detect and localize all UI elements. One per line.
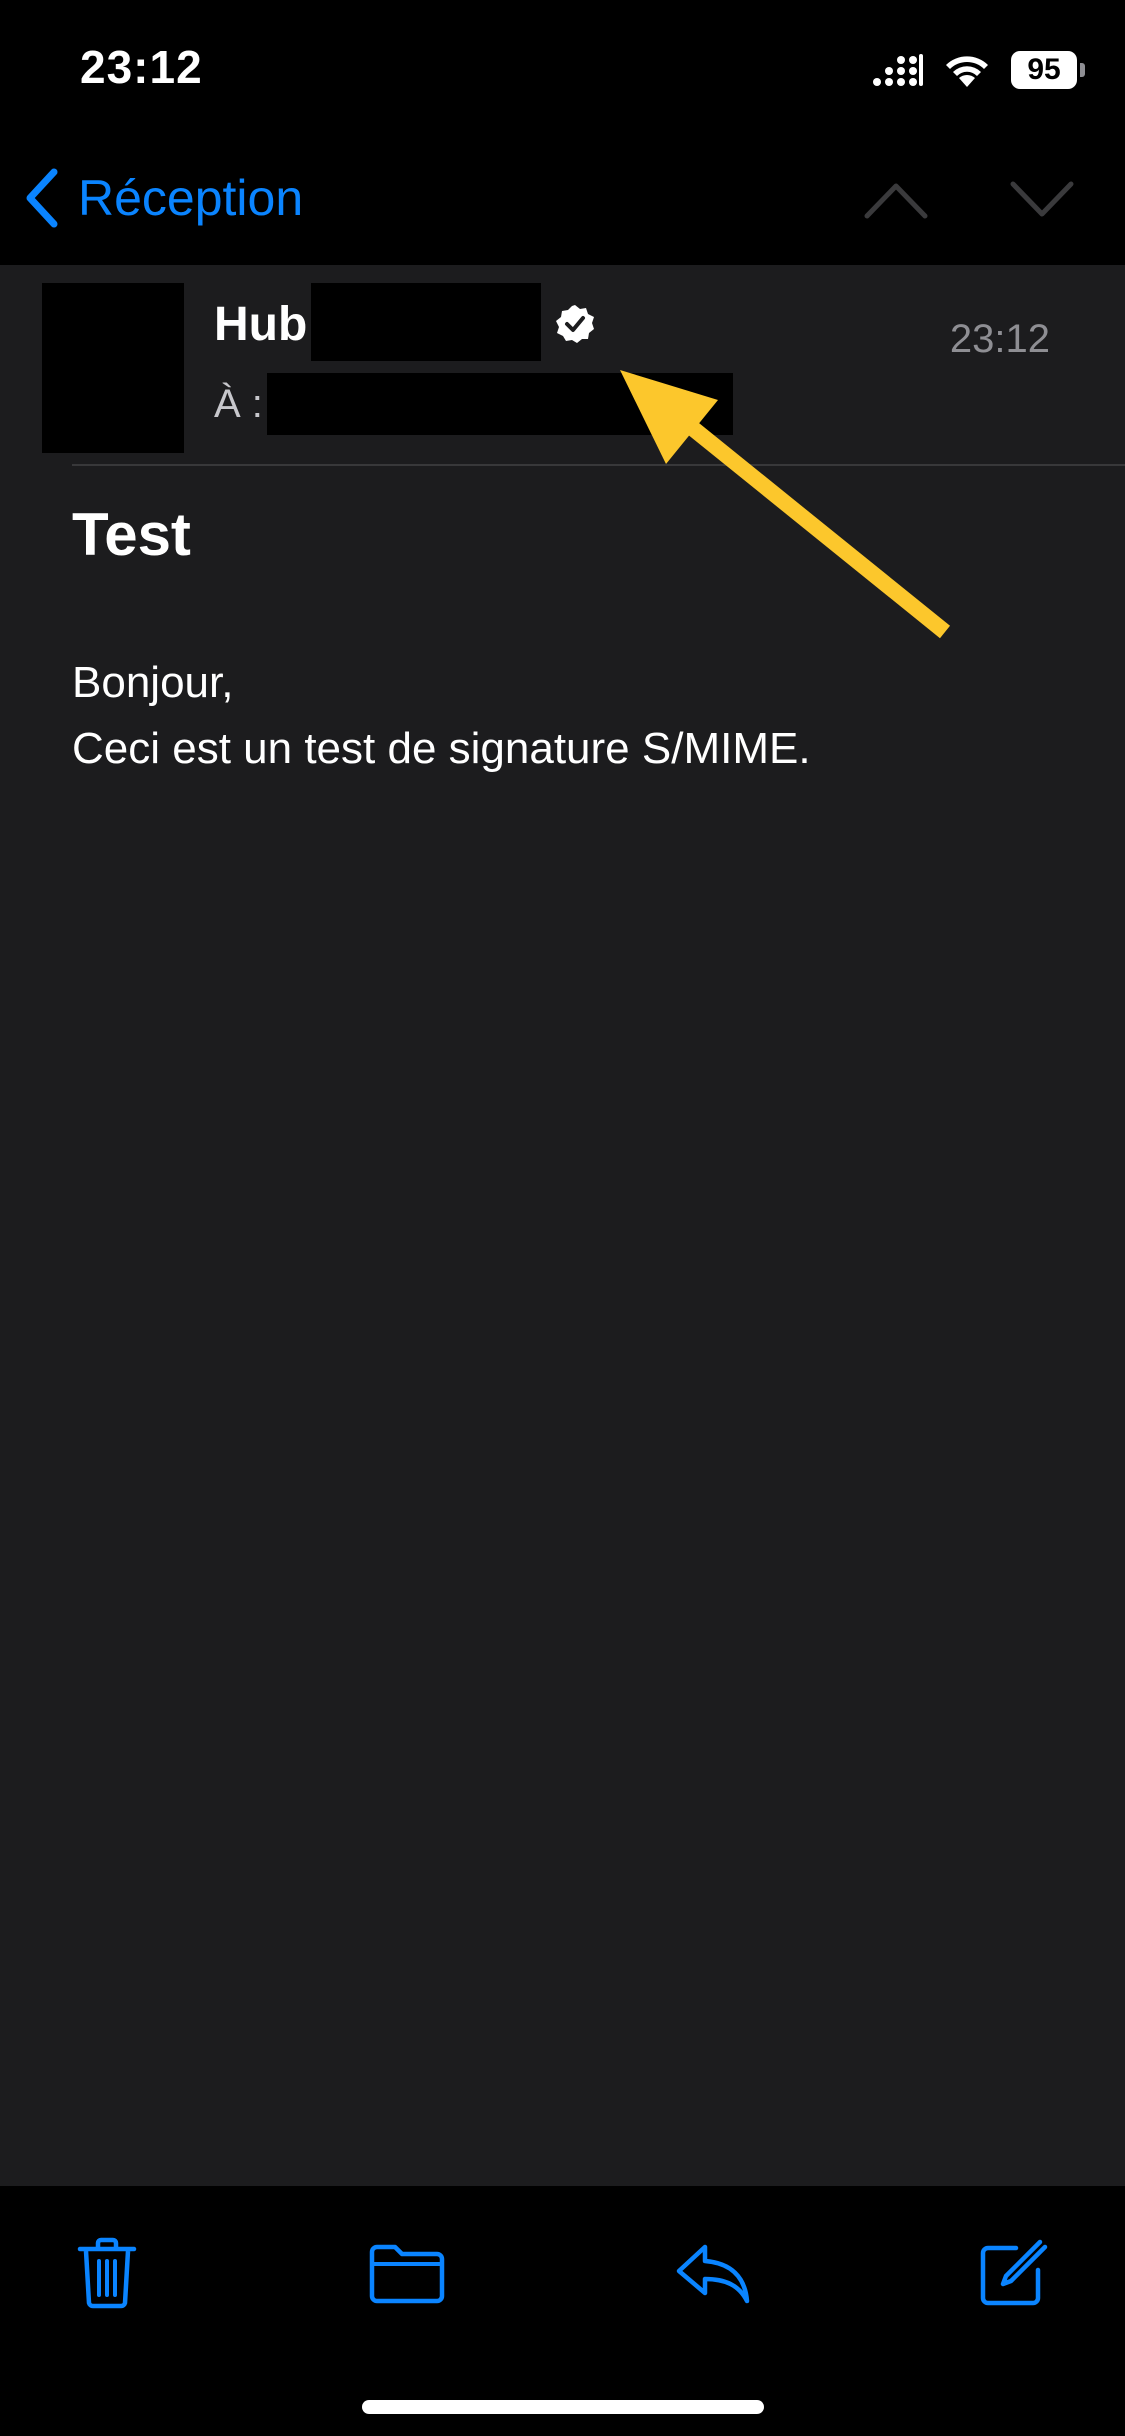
chevron-left-icon bbox=[26, 168, 58, 228]
chevron-down-icon bbox=[1010, 181, 1074, 217]
next-message-button[interactable] bbox=[1009, 170, 1075, 230]
recipient-label: À : bbox=[214, 381, 263, 426]
sender-name: Hub bbox=[214, 297, 308, 351]
compose-icon bbox=[980, 2239, 1048, 2306]
sender-redaction bbox=[311, 283, 542, 361]
wifi-icon bbox=[946, 56, 988, 87]
mail-message-screen: 23:12 95 Réception Hub 23:12 À: Test Bo… bbox=[0, 0, 1125, 2436]
chevron-up-icon bbox=[864, 183, 928, 219]
navigation-bar: Réception bbox=[0, 140, 1125, 265]
header-divider bbox=[72, 464, 1125, 466]
cellular-signal-icon bbox=[873, 54, 923, 86]
sender-avatar[interactable] bbox=[42, 283, 184, 453]
annotation-arrow-icon bbox=[620, 370, 951, 639]
move-to-folder-button[interactable] bbox=[362, 2228, 452, 2318]
home-indicator[interactable] bbox=[362, 2400, 764, 2414]
delete-button[interactable] bbox=[62, 2228, 152, 2318]
back-to-inbox-button[interactable]: Réception bbox=[24, 162, 303, 234]
folder-icon bbox=[369, 2244, 445, 2304]
status-bar: 23:12 95 bbox=[0, 0, 1125, 140]
sender-row[interactable]: Hub bbox=[214, 283, 595, 361]
previous-message-button[interactable] bbox=[863, 170, 929, 230]
trash-icon bbox=[77, 2237, 137, 2309]
compose-button[interactable] bbox=[968, 2228, 1058, 2318]
status-time: 23:12 bbox=[80, 41, 203, 93]
bottom-toolbar bbox=[0, 2186, 1125, 2436]
battery-icon: 95 bbox=[1011, 51, 1085, 89]
reply-icon bbox=[676, 2244, 750, 2304]
body-line: Ceci est un test de signature S/MIME. bbox=[72, 724, 811, 773]
verified-badge-icon[interactable] bbox=[555, 304, 595, 344]
message-navigation bbox=[863, 170, 1075, 230]
battery-level: 95 bbox=[1027, 53, 1061, 86]
status-icons: 95 bbox=[873, 48, 1085, 92]
message-subject: Test bbox=[72, 501, 191, 568]
back-label: Réception bbox=[78, 170, 304, 226]
message-time: 23:12 bbox=[949, 317, 1050, 361]
body-line: Bonjour, bbox=[72, 658, 234, 707]
message-body: Bonjour, Ceci est un test de signature S… bbox=[72, 650, 811, 782]
reply-button[interactable] bbox=[668, 2228, 758, 2318]
